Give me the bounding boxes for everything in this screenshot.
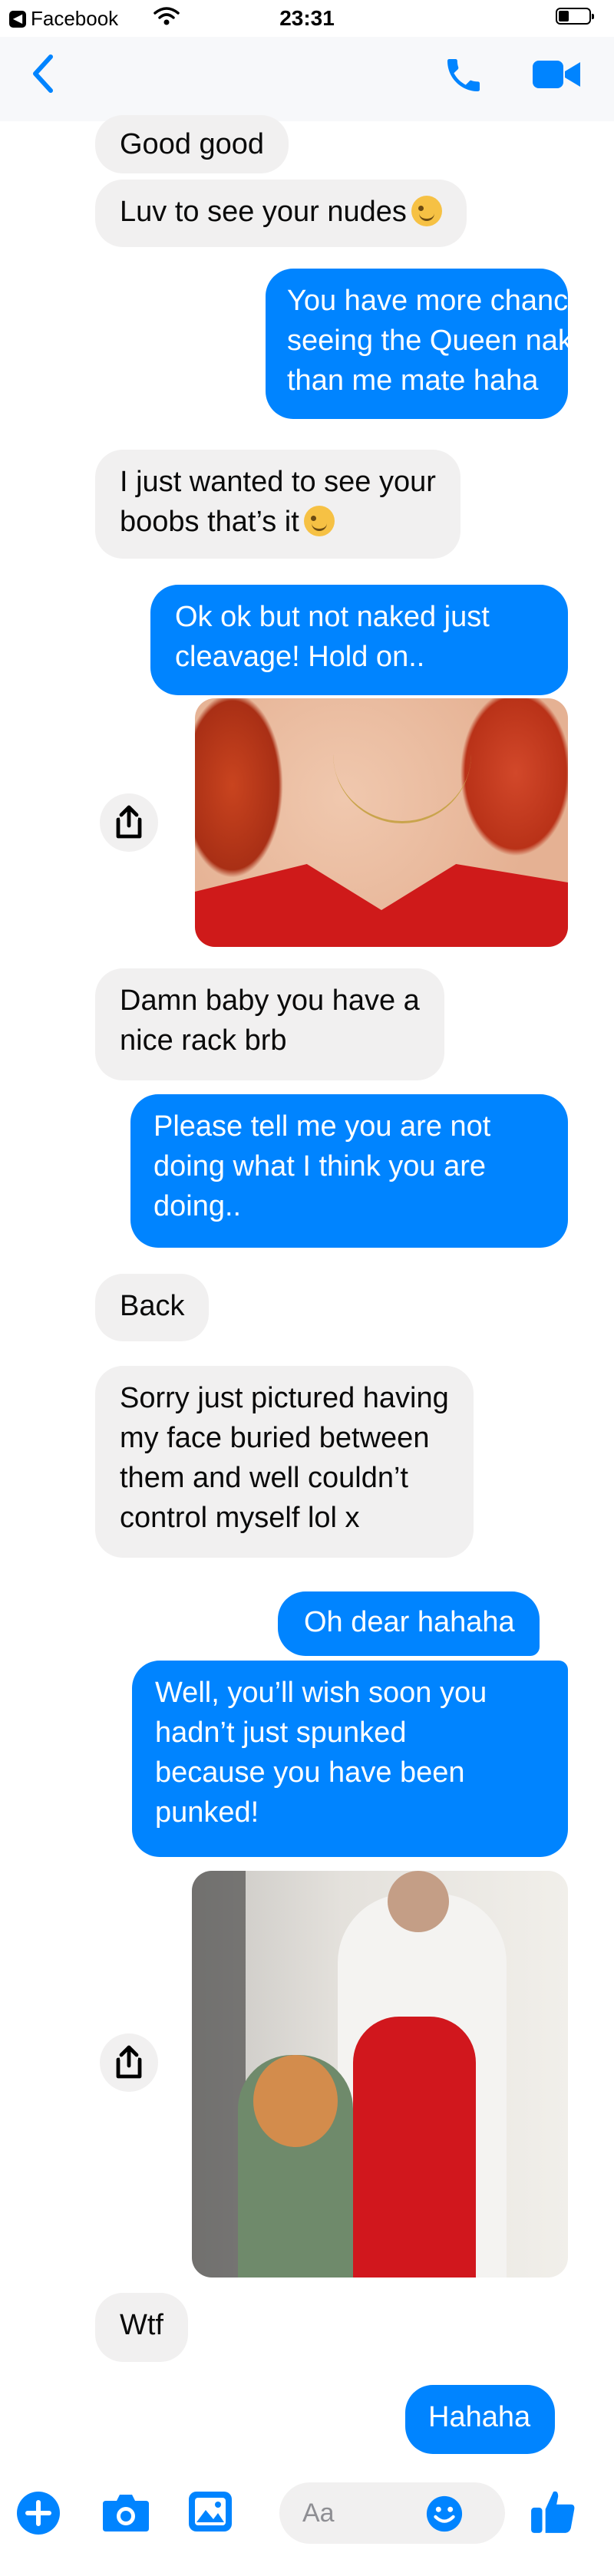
message-incoming[interactable]: I just wanted to see your boobs that’s i… — [95, 450, 460, 559]
message-text: Oh dear hahaha — [304, 1606, 515, 1638]
gallery-icon[interactable] — [187, 2490, 233, 2533]
message-line: hadn’t just spunked — [155, 1717, 407, 1749]
thumbs-up-icon[interactable] — [530, 2487, 577, 2535]
share-icon — [116, 805, 142, 839]
winking-face-icon — [411, 195, 442, 226]
message-input[interactable]: Aa — [279, 2482, 505, 2544]
message-line: control myself lol x — [120, 1502, 360, 1534]
phone-icon[interactable] — [442, 54, 485, 97]
message-line: cleavage! Hold on.. — [175, 641, 425, 673]
message-text: Wtf — [120, 2309, 163, 2341]
share-button[interactable] — [100, 2033, 158, 2092]
message-incoming[interactable]: Damn baby you have a nice rack brb — [95, 968, 444, 1080]
message-incoming[interactable]: Back — [95, 1274, 210, 1341]
chevron-left-icon[interactable] — [31, 54, 55, 94]
message-outgoing[interactable]: Well, you’ll wish soon you hadn’t just s… — [132, 1661, 568, 1857]
message-line: Damn baby you have a — [120, 985, 420, 1017]
message-incoming[interactable]: Luv to see your nudes — [95, 180, 467, 247]
necklace — [333, 698, 471, 823]
message-outgoing[interactable]: Please tell me you are not doing what I … — [130, 1094, 568, 1248]
photo-attachment[interactable] — [192, 1871, 568, 2278]
battery-icon — [556, 8, 594, 25]
status-bar: ◀ Facebook 23:31 — [0, 0, 614, 37]
message-outgoing[interactable]: Oh dear hahaha — [278, 1591, 540, 1656]
message-text: Hahaha — [428, 2401, 531, 2433]
message-text: Luv to see your nudes — [120, 196, 407, 228]
message-line: them and well couldn’t — [120, 1462, 408, 1494]
share-button[interactable] — [100, 793, 158, 852]
message-line: punked! — [155, 1796, 259, 1829]
conversation-header — [0, 37, 614, 121]
message-line: doing what I think you are — [154, 1150, 487, 1182]
message-line: doing.. — [154, 1190, 242, 1222]
message-incoming[interactable]: Sorry just pictured having my face burie… — [95, 1366, 474, 1558]
woman-head — [253, 2055, 338, 2147]
emoji-icon[interactable] — [425, 2495, 464, 2533]
message-incoming[interactable]: Wtf — [95, 2293, 188, 2362]
plus-icon[interactable] — [15, 2490, 61, 2536]
share-icon — [116, 2045, 142, 2079]
message-text: Good good — [120, 128, 265, 160]
message-line: because you have been — [155, 1756, 465, 1789]
video-camera-icon[interactable] — [533, 57, 582, 92]
message-line: I just wanted to see your — [120, 466, 436, 498]
message-outgoing[interactable]: You have more chance of seeing the Queen… — [266, 269, 614, 419]
message-line: than me mate haha — [287, 364, 539, 397]
man-head — [388, 1871, 449, 1932]
composer-bar: Aa — [0, 2467, 614, 2576]
message-line: Ok ok but not naked just — [175, 601, 490, 633]
message-line: Well, you’ll wish soon you — [155, 1677, 487, 1709]
message-outgoing[interactable]: Hahaha — [405, 2385, 556, 2454]
message-text: Back — [120, 1290, 185, 1322]
message-line: boobs that’s it — [120, 506, 299, 538]
winking-face-icon — [303, 505, 335, 536]
message-outgoing[interactable]: Ok ok but not naked just cleavage! Hold … — [150, 585, 568, 695]
message-line: seeing the Queen naked — [287, 325, 606, 357]
message-line: Please tell me you are not — [154, 1110, 491, 1143]
red-dress — [195, 864, 568, 947]
message-line: nice rack brb — [120, 1024, 287, 1057]
message-line: Sorry just pictured having — [120, 1382, 449, 1414]
camera-icon[interactable] — [101, 2490, 150, 2533]
message-line: my face buried between — [120, 1422, 430, 1454]
message-incoming[interactable]: Good good — [95, 115, 289, 173]
photo-attachment[interactable] — [195, 698, 568, 947]
clock: 23:31 — [279, 6, 335, 30]
red-dress-figure — [353, 2017, 476, 2278]
message-line: You have more chance of — [287, 285, 614, 317]
